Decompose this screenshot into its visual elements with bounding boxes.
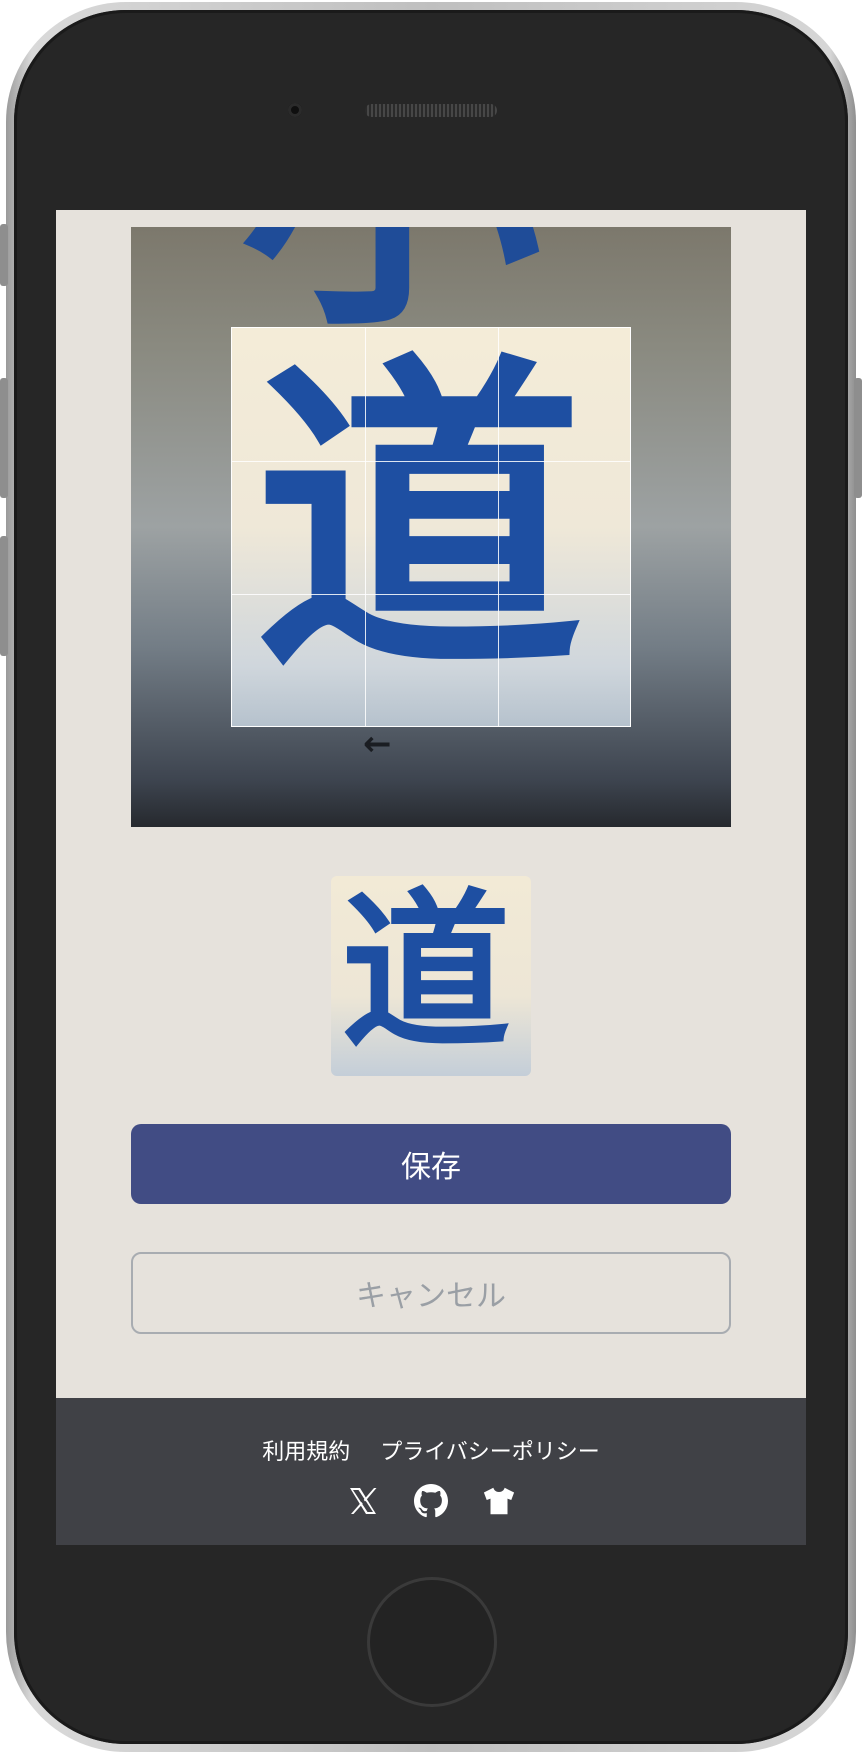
terms-link[interactable]: 利用規約 xyxy=(262,1434,350,1466)
footer: 利用規約 プライバシーポリシー xyxy=(56,1398,806,1545)
earpiece-speaker xyxy=(365,104,497,117)
mute-switch xyxy=(0,224,8,286)
preview-glyph: 道 xyxy=(341,876,512,1072)
crop-image-glyph: 道 xyxy=(254,329,584,713)
arrow-mark: ← xyxy=(363,724,392,764)
cancel-button[interactable]: キャンセル xyxy=(131,1252,731,1334)
crop-preview: 道 xyxy=(331,876,531,1076)
footer-links: 利用規約 プライバシーポリシー xyxy=(56,1434,806,1466)
tshirt-icon[interactable] xyxy=(482,1484,516,1518)
footer-social-icons xyxy=(56,1484,806,1518)
crop-selection-box[interactable]: 道 xyxy=(231,327,631,727)
volume-up-button xyxy=(0,378,8,498)
x-logo-icon[interactable] xyxy=(346,1484,380,1518)
github-icon[interactable] xyxy=(414,1484,448,1518)
crop-grid-line xyxy=(232,461,630,462)
app-screen: 小 道 ← 道 保存 キャンセル 利用規約 プライバシーポリシー xyxy=(56,210,806,1545)
crop-source-image: 小 xyxy=(241,227,541,342)
front-camera xyxy=(288,103,302,117)
crop-grid-line xyxy=(232,594,630,595)
privacy-policy-link[interactable]: プライバシーポリシー xyxy=(380,1434,600,1466)
save-button[interactable]: 保存 xyxy=(131,1124,731,1204)
home-button[interactable] xyxy=(367,1577,497,1707)
crop-area[interactable]: 小 道 ← xyxy=(131,227,731,827)
crop-grid-line xyxy=(365,328,366,726)
volume-down-button xyxy=(0,536,8,656)
crop-grid-line xyxy=(498,328,499,726)
power-button xyxy=(854,378,862,498)
